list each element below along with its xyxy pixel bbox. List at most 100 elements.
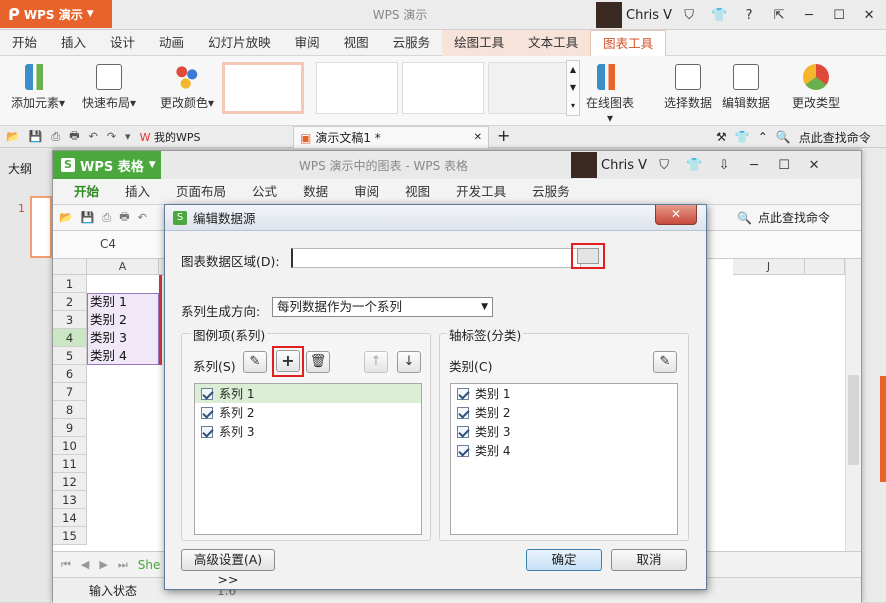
close-button[interactable]: ✕ bbox=[801, 158, 827, 173]
cell-a2[interactable]: 类别 1 bbox=[88, 293, 157, 311]
chart-style-1[interactable] bbox=[222, 62, 304, 114]
skin-icon[interactable]: ⛉ bbox=[676, 8, 702, 23]
avatar[interactable] bbox=[571, 152, 597, 178]
next-sheet-icon[interactable]: ▶ bbox=[99, 558, 107, 571]
row-header[interactable]: 6 bbox=[53, 365, 87, 383]
style-gallery-scroll[interactable]: ▲ ▼ ▾ bbox=[566, 60, 580, 116]
corner-select-all[interactable] bbox=[53, 259, 87, 275]
name-box[interactable]: C4 bbox=[53, 233, 163, 255]
tab-view[interactable]: 视图 bbox=[332, 30, 381, 56]
edit-data-button[interactable]: 编辑数据 bbox=[718, 64, 774, 111]
cell-a5[interactable]: 类别 4 bbox=[88, 347, 157, 365]
user-name[interactable]: Chris V bbox=[626, 8, 672, 23]
tab-developer[interactable]: 开发工具 bbox=[443, 179, 519, 205]
tab-home[interactable]: 开始 bbox=[0, 30, 49, 56]
avatar[interactable] bbox=[596, 2, 622, 28]
series-direction-select[interactable]: 每列数据作为一个系列 ▼ bbox=[272, 297, 493, 317]
sheet-tab[interactable]: She bbox=[138, 558, 161, 572]
checkbox[interactable] bbox=[201, 406, 213, 419]
close-button[interactable]: ✕ bbox=[856, 8, 882, 23]
row-header[interactable]: 15 bbox=[53, 527, 87, 545]
save-icon[interactable]: 💾 bbox=[29, 130, 43, 143]
dialog-close-button[interactable]: ✕ bbox=[655, 205, 697, 225]
redo-icon[interactable]: ↷ bbox=[107, 130, 116, 143]
row-header[interactable]: 8 bbox=[53, 401, 87, 419]
collapse-icon[interactable]: ⌃ bbox=[758, 130, 768, 144]
change-type-button[interactable]: 更改类型 bbox=[788, 64, 844, 111]
open-icon[interactable]: 📂 bbox=[59, 211, 73, 224]
list-item[interactable]: 类别 3 bbox=[451, 422, 677, 441]
tab-design[interactable]: 设计 bbox=[98, 30, 147, 56]
collapse-range-button[interactable] bbox=[571, 243, 605, 269]
search-icon[interactable]: 🔍 bbox=[776, 130, 791, 144]
restore-ribbon-icon[interactable]: ⇱ bbox=[766, 8, 792, 23]
row-header[interactable]: 9 bbox=[53, 419, 87, 437]
row-header[interactable]: 14 bbox=[53, 509, 87, 527]
outline-tab[interactable]: 大纲 bbox=[8, 160, 32, 177]
column-header-a[interactable]: A bbox=[87, 259, 159, 275]
tools-icon[interactable]: ⚒ bbox=[716, 130, 727, 144]
column-header-k[interactable] bbox=[805, 259, 845, 275]
chart-style-3[interactable] bbox=[402, 62, 484, 114]
undo-icon[interactable]: ↶ bbox=[89, 130, 98, 143]
add-series-button[interactable]: + bbox=[276, 350, 300, 372]
tab-chart-tools[interactable]: 图表工具 bbox=[590, 29, 667, 56]
last-sheet-icon[interactable]: ⏭ bbox=[118, 558, 128, 572]
chart-style-2[interactable] bbox=[316, 62, 398, 114]
move-down-button[interactable]: ↓ bbox=[397, 351, 421, 373]
row-header[interactable]: 4 bbox=[53, 329, 87, 347]
tab-slideshow[interactable]: 幻灯片放映 bbox=[196, 30, 283, 56]
row-header[interactable]: 5 bbox=[53, 347, 87, 365]
ppt-search-label[interactable]: 点此查找命令 bbox=[799, 129, 871, 146]
checkbox[interactable] bbox=[457, 425, 469, 438]
ppt-app-menu-button[interactable]: ᑭ WPS 演示 ▼ bbox=[0, 0, 112, 28]
tab-formula[interactable]: 公式 bbox=[239, 179, 290, 205]
column-header-j[interactable]: J bbox=[733, 259, 805, 275]
edit-category-button[interactable]: ✎ bbox=[653, 351, 677, 373]
row-header[interactable]: 7 bbox=[53, 383, 87, 401]
slide-thumbnail[interactable] bbox=[30, 196, 52, 258]
tab-cloud[interactable]: 云服务 bbox=[519, 179, 583, 205]
cell-a4[interactable]: 类别 3 bbox=[88, 329, 157, 347]
list-item[interactable]: 类别 1 bbox=[451, 384, 677, 403]
ppt-side-panel-handle[interactable] bbox=[880, 376, 886, 482]
checkbox[interactable] bbox=[457, 387, 469, 400]
minimize-button[interactable]: ─ bbox=[741, 158, 767, 173]
advanced-settings-button[interactable]: 高级设置(A) >> bbox=[181, 549, 275, 587]
tab-drawing-tools[interactable]: 绘图工具 bbox=[442, 29, 517, 56]
et-app-menu-button[interactable]: S WPS 表格 ▼ bbox=[53, 151, 161, 179]
help-icon[interactable]: ? bbox=[736, 8, 762, 23]
row-header[interactable]: 11 bbox=[53, 455, 87, 473]
tab-view[interactable]: 视图 bbox=[392, 179, 443, 205]
row-header[interactable]: 2 bbox=[53, 293, 87, 311]
et-user-area[interactable]: Chris V ⛉ 👕 ⇩ ─ ☐ ✕ bbox=[571, 151, 827, 179]
edit-series-button[interactable]: ✎ bbox=[243, 351, 267, 373]
print-icon[interactable]: 🖶 bbox=[69, 127, 79, 146]
quick-layout-button[interactable]: 快速布局▾ bbox=[76, 64, 142, 111]
checkbox[interactable] bbox=[457, 406, 469, 419]
tab-text-tools[interactable]: 文本工具 bbox=[516, 29, 591, 56]
scroll-thumb[interactable] bbox=[848, 375, 859, 465]
chart-style-4[interactable] bbox=[488, 62, 570, 114]
cancel-button[interactable]: 取消 bbox=[611, 549, 687, 571]
checkbox[interactable] bbox=[457, 444, 469, 457]
tab-data[interactable]: 数据 bbox=[290, 179, 341, 205]
select-data-button[interactable]: 选择数据 bbox=[660, 64, 716, 111]
tab-insert[interactable]: 插入 bbox=[112, 179, 163, 205]
online-chart-button[interactable]: 在线图表▾ bbox=[584, 64, 636, 125]
list-item[interactable]: 类别 2 bbox=[451, 403, 677, 422]
chart-data-range-input[interactable] bbox=[291, 248, 581, 268]
add-element-button[interactable]: 添加元素▾ bbox=[6, 64, 70, 111]
change-color-button[interactable]: 更改颜色▾ bbox=[154, 64, 220, 111]
tab-review[interactable]: 审阅 bbox=[283, 30, 332, 56]
new-tab-icon[interactable]: + bbox=[497, 126, 510, 146]
series-list[interactable]: 系列 1 系列 2 系列 3 bbox=[194, 383, 422, 535]
list-item[interactable]: 类别 4 bbox=[451, 441, 677, 460]
minimize-button[interactable]: ─ bbox=[796, 8, 822, 23]
ok-button[interactable]: 确定 bbox=[526, 549, 602, 571]
checkbox[interactable] bbox=[201, 425, 213, 438]
shirt-small-icon[interactable]: 👕 bbox=[735, 130, 750, 144]
pdf-icon[interactable]: ⎙ bbox=[102, 211, 111, 225]
first-sheet-icon[interactable]: ⏮ bbox=[61, 558, 71, 572]
maximize-button[interactable]: ☐ bbox=[771, 158, 797, 173]
